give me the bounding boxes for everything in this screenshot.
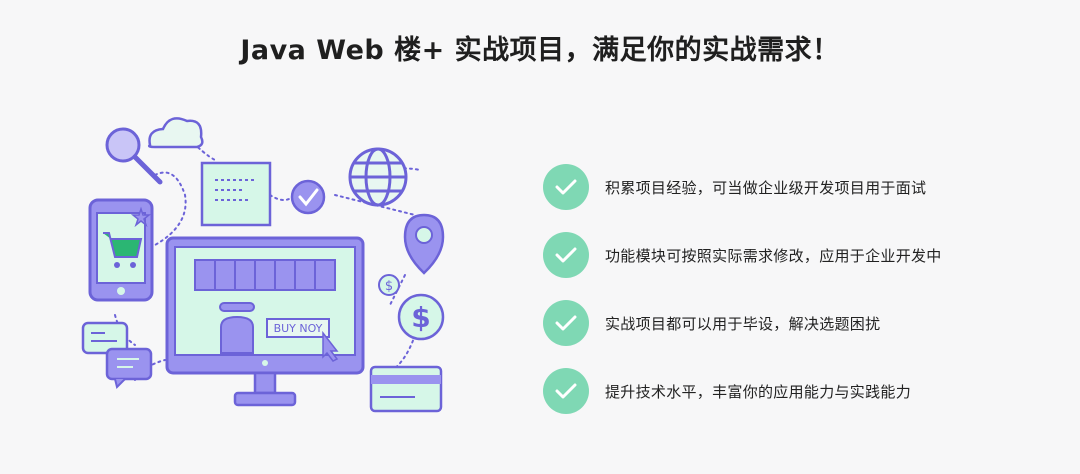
phone-cart-icon <box>88 198 154 302</box>
check-icon <box>543 232 589 278</box>
check-icon <box>543 300 589 346</box>
globe-icon <box>348 147 408 207</box>
feature-label: 积累项目经验，可当做企业级开发项目用于面试 <box>605 178 927 197</box>
feature-list: 积累项目经验，可当做企业级开发项目用于面试 功能模块可按照实际需求修改，应用于企… <box>543 164 1023 436</box>
location-pin-icon <box>403 213 445 275</box>
ecommerce-illustration: $ $ BUY NOY <box>81 117 445 413</box>
svg-text:$: $ <box>385 279 393 294</box>
credit-card-icon <box>369 365 443 413</box>
feature-label: 提升技术水平，丰富你的应用能力与实践能力 <box>605 382 912 401</box>
feature-item: 功能模块可按照实际需求修改，应用于企业开发中 <box>543 232 1023 278</box>
svg-text:$: $ <box>411 301 430 334</box>
feature-item: 实战项目都可以用于毕设，解决选题困扰 <box>543 300 1023 346</box>
document-icon <box>200 161 272 227</box>
check-icon <box>543 164 589 210</box>
feature-item: 积累项目经验，可当做企业级开发项目用于面试 <box>543 164 1023 210</box>
buy-now-sign: BUY NOY <box>274 322 323 335</box>
page-title: Java Web 楼+ 实战项目，满足你的实战需求！ <box>240 35 840 66</box>
feature-label: 实战项目都可以用于毕设，解决选题困扰 <box>605 314 881 333</box>
feature-item: 提升技术水平，丰富你的应用能力与实践能力 <box>543 368 1023 414</box>
check-icon <box>543 368 589 414</box>
chat-bubbles-icon <box>81 321 153 389</box>
feature-label: 功能模块可按照实际需求修改，应用于企业开发中 <box>605 246 942 265</box>
monitor-storefront: BUY NOY <box>165 236 365 407</box>
cloud-icon <box>147 117 204 149</box>
verified-check-icon <box>290 179 326 215</box>
dollar-coin-icon: $ $ <box>378 274 445 341</box>
